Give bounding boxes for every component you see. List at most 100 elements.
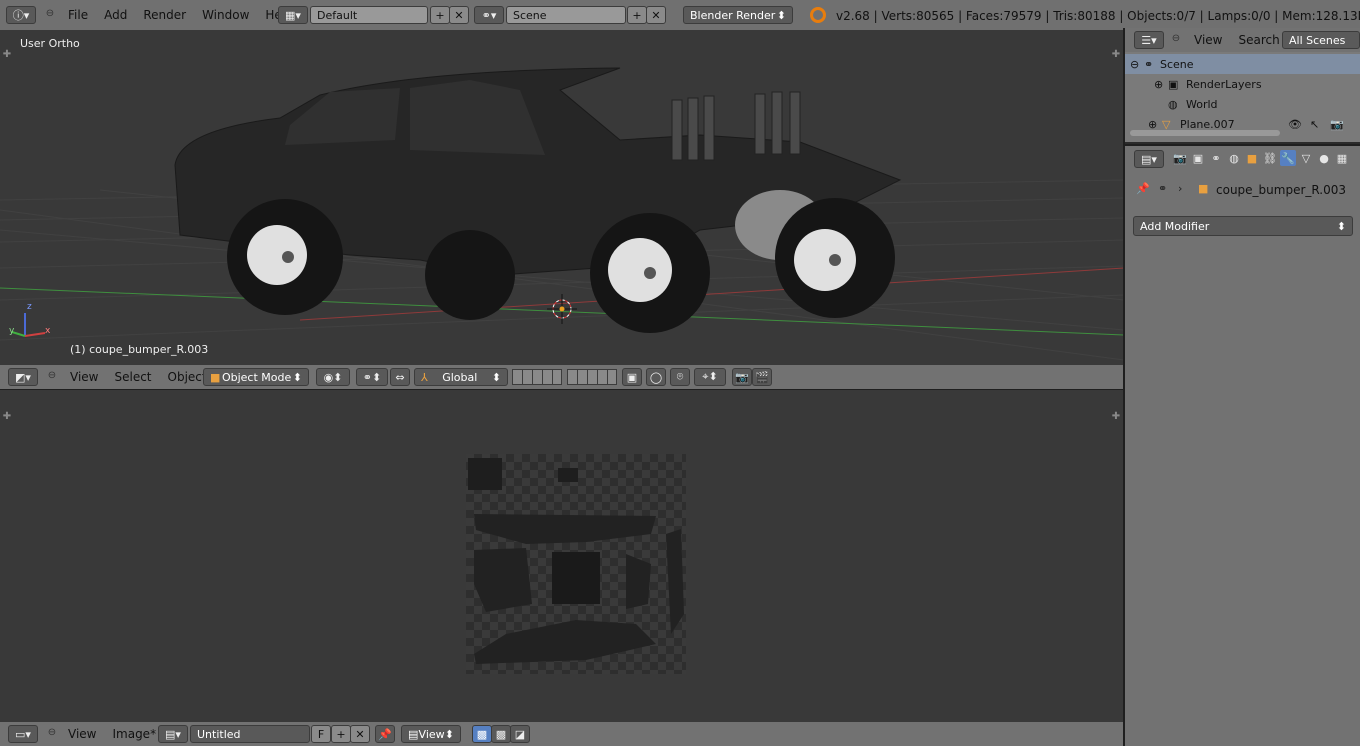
render-still-camera-icon[interactable]: 📷: [732, 368, 752, 386]
menu-image[interactable]: Image*: [104, 727, 164, 741]
image-name-field[interactable]: Untitled: [190, 725, 310, 743]
render-engine-select[interactable]: Blender Render ⬍: [683, 6, 793, 24]
area-divider[interactable]: [0, 389, 1124, 390]
scene-icon: ⚭: [1144, 57, 1154, 71]
scene-browse-icon[interactable]: ⚭▾: [474, 6, 504, 24]
fake-user-button[interactable]: F: [311, 725, 331, 743]
image-browse-icon[interactable]: ▤▾: [158, 725, 188, 743]
editor-type-properties-icon[interactable]: ▤▾: [1134, 150, 1164, 168]
3d-cursor: [547, 294, 577, 324]
view-label: User Ortho: [20, 37, 80, 50]
editor-type-3dview-icon[interactable]: ◩▾: [8, 368, 38, 386]
modifiers-tab-wrench-icon[interactable]: 🔧: [1280, 150, 1296, 166]
material-tab-icon[interactable]: ●: [1316, 150, 1332, 166]
object-tab-cube-icon[interactable]: ■: [1244, 150, 1260, 166]
view-mode-value: View: [418, 727, 445, 741]
axis-y-label: y: [9, 326, 15, 336]
outliner-row-label: Plane.007: [1180, 117, 1235, 131]
mode-select[interactable]: ■ Object Mode ⬍: [203, 368, 309, 386]
area-split-plus-icon[interactable]: ✚: [1111, 50, 1121, 60]
scene-tab-icon[interactable]: ⚭: [1208, 150, 1224, 166]
visibility-eye-icon[interactable]: 👁: [1288, 118, 1302, 131]
area-split-plus-icon[interactable]: ✚: [2, 50, 12, 60]
world-tab-icon[interactable]: ◍: [1226, 150, 1242, 166]
renderability-camera-icon[interactable]: 📷: [1330, 118, 1344, 131]
manipulator-toggle-icon[interactable]: ⇔: [390, 368, 410, 386]
unlink-image-close-icon[interactable]: ✕: [350, 725, 370, 743]
add-scene-plus-icon[interactable]: +: [627, 6, 647, 24]
viewport-shading-icon[interactable]: ◉⬍: [316, 368, 350, 386]
layers-grid-a[interactable]: [512, 369, 562, 385]
expand-toggle-icon[interactable]: ⊕: [1148, 118, 1162, 131]
menu-view[interactable]: View: [1186, 33, 1230, 47]
menu-render[interactable]: Render: [135, 8, 194, 22]
menu-add[interactable]: Add: [96, 8, 135, 22]
menu-file[interactable]: File: [60, 8, 96, 22]
texture-tab-icon[interactable]: ▦: [1334, 150, 1350, 166]
area-split-plus-icon[interactable]: ✚: [1111, 412, 1121, 422]
constraints-tab-icon[interactable]: ⛓: [1262, 150, 1278, 166]
proportional-edit-icon[interactable]: ◯: [646, 368, 666, 386]
outliner-row-world[interactable]: ◍ World: [1124, 94, 1360, 114]
area-divider[interactable]: [1123, 28, 1125, 746]
collapse-menu-icon[interactable]: ⊖: [46, 727, 58, 738]
pivot-point-icon[interactable]: ⚭⬍: [356, 368, 388, 386]
pin-icon[interactable]: 📌: [1136, 182, 1150, 195]
selectability-cursor-icon[interactable]: ↖: [1310, 118, 1319, 131]
add-screen-plus-icon[interactable]: +: [430, 6, 450, 24]
3d-viewport[interactable]: User Ortho z x y (1) coupe_bumper_R.003 …: [0, 30, 1124, 365]
draw-rgb-checker-icon[interactable]: ▩: [472, 725, 492, 743]
collapse-menu-icon[interactable]: ⊖: [1170, 33, 1182, 44]
render-tab-camera-icon[interactable]: 📷: [1172, 150, 1188, 166]
context-object-name: coupe_bumper_R.003: [1216, 183, 1347, 197]
pin-icon[interactable]: 📌: [375, 725, 395, 743]
render-animation-clapper-icon[interactable]: 🎬: [752, 368, 772, 386]
outliner-row-scene[interactable]: ⊖ ⚭ Scene: [1124, 54, 1360, 74]
area-split-plus-icon[interactable]: ✚: [2, 412, 12, 422]
area-divider[interactable]: [1124, 144, 1360, 146]
draw-zbuffer-icon[interactable]: ◪: [510, 725, 530, 743]
view-mode-select[interactable]: ▤ View ⬍: [401, 725, 461, 743]
menu-view[interactable]: View: [62, 370, 106, 384]
top-info-bar: ⓘ▾ ⊖ File Add Render Window Help ▦▾ Defa…: [0, 0, 1360, 30]
expand-toggle-icon[interactable]: ⊖: [1130, 58, 1144, 71]
draw-alpha-checker-icon[interactable]: ▩: [491, 725, 511, 743]
snap-toggle-icon[interactable]: ⌾: [670, 368, 690, 386]
menu-window[interactable]: Window: [194, 8, 257, 22]
expand-toggle-icon[interactable]: ⊕: [1154, 78, 1168, 91]
viewport-scene-graphic: [0, 67, 1124, 361]
scene-field[interactable]: Scene: [506, 6, 626, 24]
data-tab-triangle-icon[interactable]: ▽: [1298, 150, 1314, 166]
outliner-row-renderlayers[interactable]: ⊕ ▣ RenderLayers: [1124, 74, 1360, 94]
menu-view[interactable]: View: [60, 727, 104, 741]
lock-layers-icon[interactable]: ▣: [622, 368, 642, 386]
scene-context-icon: ⚭: [1158, 182, 1168, 195]
outliner-row-label: Scene: [1160, 57, 1194, 71]
active-object-label: (1) coupe_bumper_R.003: [70, 343, 209, 356]
transform-orientation-select[interactable]: ⅄ Global ⬍: [414, 368, 508, 386]
add-modifier-select[interactable]: Add Modifier ⬍: [1133, 216, 1353, 236]
editor-type-outliner-icon[interactable]: ☰▾: [1134, 31, 1164, 49]
renderlayers-icon: ▣: [1168, 77, 1179, 91]
delete-scene-close-icon[interactable]: ✕: [646, 6, 666, 24]
uv-image-editor[interactable]: ✚ ✚: [0, 390, 1124, 722]
editor-type-info-icon[interactable]: ⓘ▾: [6, 6, 36, 24]
screen-layout-icon[interactable]: ▦▾: [278, 6, 308, 24]
3d-view-header: ◩▾ ⊖ View Select Object ■ Object Mode ⬍ …: [0, 365, 1124, 390]
snap-element-icon[interactable]: ⌖⬍: [694, 368, 726, 386]
collapse-menu-icon[interactable]: ⊖: [46, 370, 58, 381]
outliner-scrollbar[interactable]: [1130, 130, 1280, 136]
properties-panel: 📌 ⚭ › ■ coupe_bumper_R.003 Add Modifier …: [1124, 172, 1360, 746]
layers-grid-b[interactable]: [567, 369, 617, 385]
new-image-plus-icon[interactable]: +: [331, 725, 351, 743]
delete-screen-close-icon[interactable]: ✕: [449, 6, 469, 24]
outliner-filter-select[interactable]: All Scenes: [1282, 31, 1360, 49]
menu-search[interactable]: Search: [1230, 33, 1287, 47]
collapse-menu-icon[interactable]: ⊖: [44, 8, 56, 19]
menu-select[interactable]: Select: [106, 370, 159, 384]
screen-layout-field[interactable]: Default: [310, 6, 428, 24]
editor-type-image-icon[interactable]: ▭▾: [8, 725, 38, 743]
axis-x-label: x: [45, 326, 51, 336]
properties-header: ▤▾ 📷 ▣ ⚭ ◍ ■ ⛓ 🔧 ▽ ● ▦: [1124, 146, 1360, 172]
render-layers-tab-icon[interactable]: ▣: [1190, 150, 1206, 166]
